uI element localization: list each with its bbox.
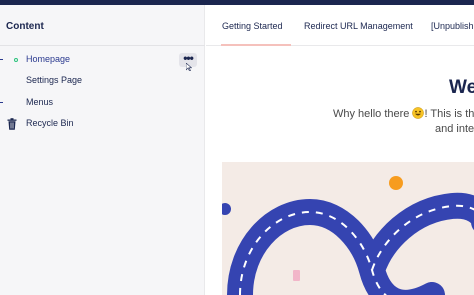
road-illustration xyxy=(222,176,474,295)
active-tab-indicator xyxy=(221,44,291,46)
expand-caret-icon[interactable] xyxy=(0,102,3,103)
content-tree-panel: Content xyxy=(0,5,205,295)
intro-text-continued: and inte xyxy=(435,123,474,135)
tree-item-label: Settings Page xyxy=(26,75,83,85)
tree-item-menus[interactable]: Menus xyxy=(0,93,205,113)
dashboard-tabs: Getting Started Redirect URL Management … xyxy=(206,5,474,46)
tree-item-recycle-bin[interactable]: Recycle Bin xyxy=(0,114,205,134)
tab-redirect-url-management[interactable]: Redirect URL Management xyxy=(304,21,413,31)
pink-block-icon xyxy=(293,270,300,281)
sun-icon xyxy=(389,176,403,190)
published-status-icon xyxy=(14,58,18,62)
tree-heading: Content xyxy=(6,21,44,32)
tree-item-settings-page[interactable]: Settings Page xyxy=(0,71,205,91)
smiley-emoji-icon xyxy=(412,107,425,119)
dashboard-title: We xyxy=(449,77,474,98)
tree-item-homepage[interactable]: Homepage xyxy=(0,50,205,70)
intro-text-end: ! This is th xyxy=(424,108,474,120)
tab-unpublish[interactable]: [Unpublish xyxy=(431,21,474,31)
mouse-cursor-icon xyxy=(186,63,192,71)
hero-illustration xyxy=(222,162,474,295)
expand-caret-icon[interactable] xyxy=(0,59,3,60)
tab-getting-started[interactable]: Getting Started xyxy=(222,21,283,31)
tree-item-label: Homepage xyxy=(26,54,71,64)
divider xyxy=(0,45,205,46)
road-icon xyxy=(227,192,474,295)
intro-text-start: Why hello there xyxy=(333,108,413,120)
tree-item-label: Menus xyxy=(26,97,54,107)
tree-item-label: Recycle Bin xyxy=(26,118,74,128)
intro-text: Why hello there ! This is th xyxy=(333,107,474,120)
trash-icon xyxy=(7,118,17,130)
dot-icon xyxy=(222,203,231,215)
